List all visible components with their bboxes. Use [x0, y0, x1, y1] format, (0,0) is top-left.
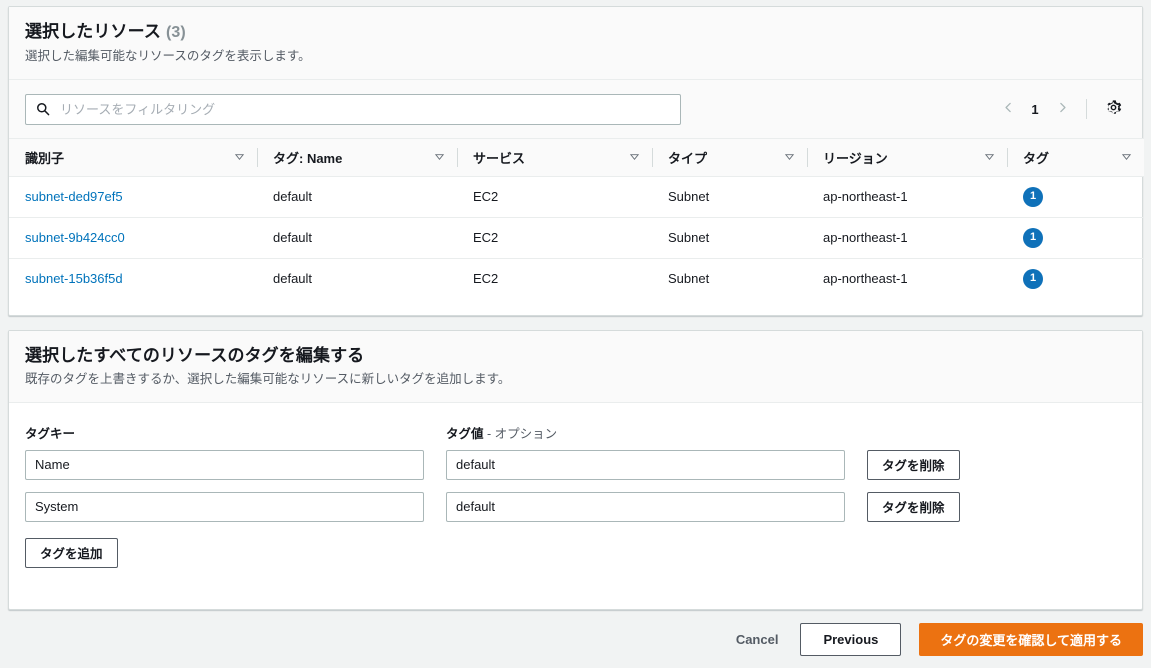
table-header: 識別子 タグ: Name サービス タイプ リージョン タグ — [9, 137, 1144, 177]
chevron-right-icon — [1056, 101, 1069, 117]
column-header-region[interactable]: リージョン — [807, 137, 1007, 177]
column-header-service[interactable]: サービス — [457, 137, 652, 177]
column-header-identifier-label: 識別子 — [25, 150, 65, 166]
cell-tag-name: default — [257, 217, 457, 259]
search-field-wrapper — [25, 93, 681, 125]
tag-value-input[interactable] — [446, 491, 845, 522]
sort-descending-icon — [434, 150, 445, 165]
remove-tag-button[interactable]: タグを削除 — [867, 491, 960, 522]
column-header-type[interactable]: タイプ — [652, 137, 807, 177]
selected-resources-title-text: 選択したリソース — [25, 22, 161, 41]
gear-icon — [1105, 99, 1122, 119]
previous-button[interactable]: Previous — [800, 622, 902, 656]
tag-value-optional-text: - オプション — [487, 426, 558, 441]
cell-service: EC2 — [457, 176, 652, 218]
footer-actions: Cancel Previous タグの変更を確認して適用する — [8, 618, 1143, 660]
sort-descending-icon — [984, 150, 995, 165]
pagination-divider — [1086, 99, 1087, 119]
tag-editor-page: 選択したリソース (3) 選択した編集可能なリソースのタグを表示します。 リソー… — [0, 0, 1151, 668]
status-badge: 1 — [1023, 227, 1043, 248]
sort-descending-icon — [629, 150, 640, 165]
cell-type: Subnet — [652, 176, 807, 218]
tag-key-input[interactable] — [25, 449, 424, 480]
search-input[interactable] — [25, 93, 681, 125]
column-header-tag-name[interactable]: タグ: Name — [257, 137, 457, 177]
cell-type: Subnet — [668, 271, 710, 287]
add-tag-button[interactable]: タグを追加 — [25, 537, 118, 568]
cell-identifier: subnet-ded97ef5 — [9, 176, 257, 218]
cell-service: EC2 — [457, 217, 652, 259]
edit-tags-header: 選択したすべてのリソースのタグを編集する 既存のタグを上書きするか、選択した編集… — [9, 331, 1142, 403]
column-header-identifier[interactable]: 識別子 — [9, 137, 257, 177]
selected-resources-table: 識別子 タグ: Name サービス タイプ リージョン タグ subnet-de… — [9, 137, 1144, 300]
tag-value-input[interactable] — [446, 449, 845, 480]
column-header-tags[interactable]: タグ — [1007, 137, 1144, 177]
pagination-previous-button[interactable] — [995, 96, 1021, 122]
page-title: 選択したリソース (3) — [25, 21, 1126, 43]
remove-tag-button[interactable]: タグを削除 — [867, 449, 960, 480]
cell-type: Subnet — [652, 217, 807, 259]
cell-tags: 1 — [1007, 258, 1144, 299]
cell-region: ap-northeast-1 — [807, 217, 1007, 259]
cancel-button[interactable]: Cancel — [732, 626, 783, 653]
tag-key-input[interactable] — [25, 491, 424, 522]
resource-link[interactable]: subnet-9b424cc0 — [25, 230, 125, 245]
selected-resources-count: (3) — [165, 24, 186, 41]
edit-tags-description: 既存のタグを上書きするか、選択した編集可能なリソースに新しいタグを追加します。 — [25, 372, 511, 387]
status-badge: 1 — [1023, 186, 1043, 207]
sort-descending-icon — [1121, 150, 1132, 165]
cell-tag-name: default — [257, 176, 457, 218]
pagination-next-button[interactable] — [1049, 96, 1075, 122]
tag-value-label-text: タグ値 — [446, 426, 484, 441]
column-header-tag-name-label: タグ: Name — [273, 150, 343, 166]
column-header-type-label: タイプ — [668, 150, 708, 166]
table-row: subnet-ded97ef5 default EC2 Subnet ap-no… — [9, 176, 1144, 218]
selected-resources-panel: 選択したリソース (3) 選択した編集可能なリソースのタグを表示します。 リソー… — [8, 6, 1144, 316]
selected-resources-header: 選択したリソース (3) 選択した編集可能なリソースのタグを表示します。 — [9, 7, 1142, 80]
pagination-current-page[interactable]: 1 — [1024, 102, 1046, 117]
cell-region: ap-northeast-1 — [823, 271, 908, 287]
cell-identifier: subnet-15b36f5d — [9, 258, 257, 299]
cell-identifier: subnet-9b424cc0 — [9, 217, 257, 259]
resource-link[interactable]: subnet-15b36f5d — [25, 271, 123, 286]
tag-value-label: タグ値 - オプション — [446, 423, 866, 442]
table-row: subnet-9b424cc0 default EC2 Subnet ap-no… — [9, 217, 1144, 259]
pagination-controls: 1 — [995, 96, 1130, 122]
tag-row: タグを削除 — [25, 449, 1126, 480]
edit-tags-title: 選択したすべてのリソースのタグを編集する — [25, 345, 1126, 366]
status-badge: 1 — [1023, 268, 1043, 289]
column-header-tags-label: タグ — [1023, 150, 1050, 166]
table-row: subnet-15b36f5d default EC2 Subnet ap-no… — [9, 258, 1144, 299]
edit-tags-form: タグキー タグ値 - オプション タグを削除 タグを削除 タグを追加 — [9, 403, 1142, 568]
resource-link[interactable]: subnet-ded97ef5 — [25, 189, 123, 204]
tag-row: タグを削除 — [25, 491, 1126, 522]
chevron-left-icon — [1002, 101, 1015, 117]
cell-tags: 1 — [1007, 176, 1144, 218]
apply-changes-button[interactable]: タグの変更を確認して適用する — [919, 622, 1143, 656]
sort-descending-icon — [234, 150, 245, 165]
cell-region: ap-northeast-1 — [807, 176, 1007, 218]
form-column-labels: タグキー タグ値 - オプション — [25, 423, 1126, 442]
selected-resources-description: 選択した編集可能なリソースのタグを表示します。 — [25, 49, 311, 63]
cell-tags: 1 — [1007, 217, 1144, 259]
column-header-region-label: リージョン — [823, 150, 888, 166]
table-body: subnet-ded97ef5 default EC2 Subnet ap-no… — [9, 176, 1144, 299]
edit-tags-title-text: 選択したすべてのリソースのタグを編集する — [25, 346, 365, 365]
table-preferences-button[interactable] — [1100, 96, 1126, 122]
tag-key-label: タグキー — [25, 426, 76, 441]
table-header-row: 識別子 タグ: Name サービス タイプ リージョン タグ — [9, 137, 1144, 177]
column-header-service-label: サービス — [473, 150, 526, 166]
sort-descending-icon — [784, 150, 795, 165]
cell-service: EC2 — [473, 271, 499, 287]
cell-tag-name: default — [273, 271, 313, 287]
edit-tags-panel: 選択したすべてのリソースのタグを編集する 既存のタグを上書きするか、選択した編集… — [8, 330, 1143, 610]
table-filter-bar: 1 — [9, 79, 1142, 138]
